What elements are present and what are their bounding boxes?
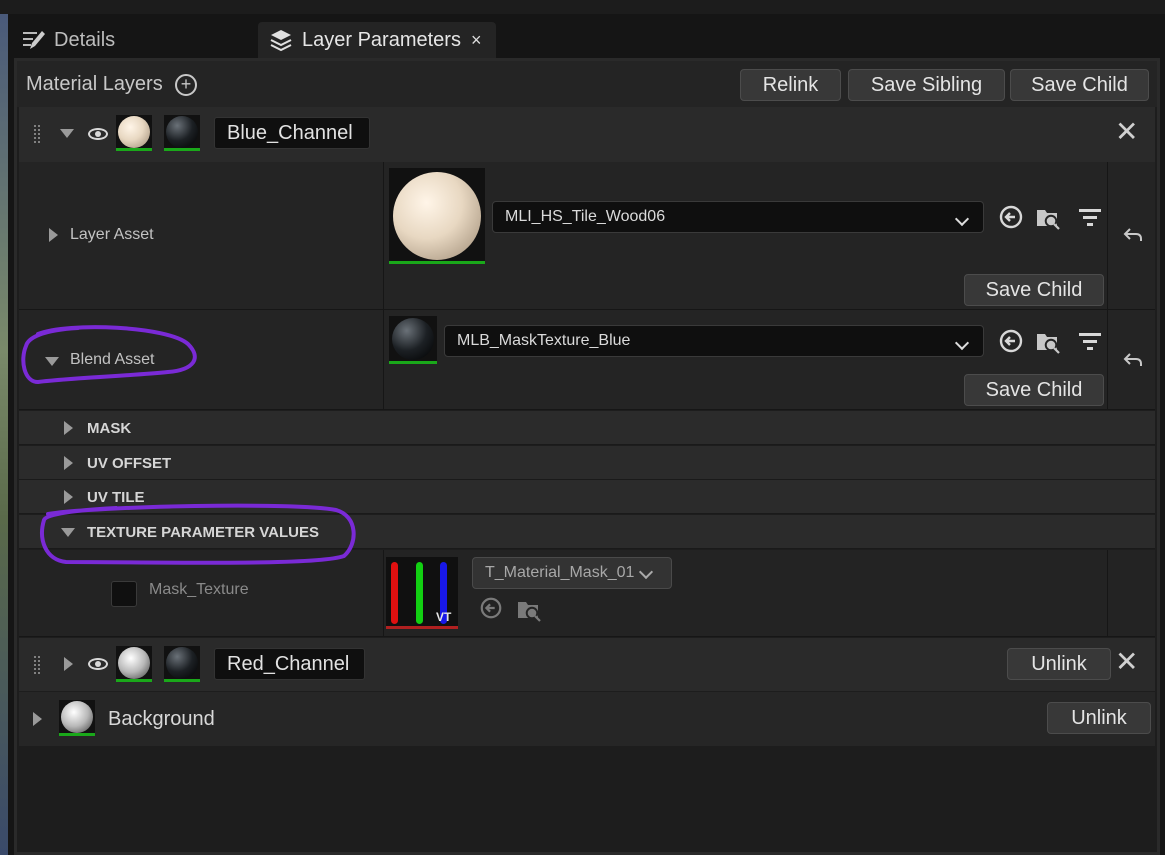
browse-asset-icon[interactable] xyxy=(1035,204,1061,230)
layer-thumbnail[interactable] xyxy=(116,115,152,151)
mask-texture-label: Mask_Texture xyxy=(149,581,249,598)
chevron-down-icon xyxy=(954,335,970,351)
browse-asset-icon[interactable] xyxy=(1035,328,1061,354)
layer-row-background[interactable]: Background Unlink xyxy=(19,692,1155,746)
filter-icon[interactable] xyxy=(1077,204,1103,230)
blend-asset-dropdown[interactable]: MLB_MaskTexture_Blue xyxy=(444,325,984,357)
layer-row-red-channel[interactable]: Red_Channel Unlink ✕ xyxy=(19,638,1155,691)
expand-arrow-down-icon[interactable] xyxy=(60,129,74,138)
add-circle-icon[interactable]: + xyxy=(175,74,197,96)
layer-save-child-button[interactable]: Save Child xyxy=(964,274,1104,306)
virtual-texture-badge: VT xyxy=(436,610,452,624)
override-checkbox[interactable] xyxy=(111,581,137,607)
category-label: UV TILE xyxy=(87,489,145,506)
expand-arrow-right-icon[interactable] xyxy=(64,421,73,435)
visibility-eye-icon[interactable] xyxy=(88,128,108,140)
category-mask[interactable]: MASK xyxy=(19,411,1155,445)
blend-asset-thumbnail[interactable] xyxy=(389,316,437,364)
drag-handle-icon[interactable] xyxy=(33,124,41,144)
texture-dropdown[interactable]: T_Material_Mask_01 xyxy=(472,557,672,589)
use-selected-asset-icon[interactable] xyxy=(998,204,1024,230)
blend-thumbnail[interactable] xyxy=(164,646,200,682)
visibility-eye-icon[interactable] xyxy=(88,658,108,670)
category-label: UV OFFSET xyxy=(87,455,172,472)
texture-value: T_Material_Mask_01 xyxy=(485,564,635,581)
blend-asset-value: MLB_MaskTexture_Blue xyxy=(457,332,631,349)
pencil-edit-icon xyxy=(23,31,45,49)
category-uv-offset[interactable]: UV OFFSET xyxy=(19,446,1155,480)
tab-details-label: Details xyxy=(54,28,116,51)
background-label: Background xyxy=(108,708,215,730)
reset-to-default-icon[interactable] xyxy=(1122,349,1144,371)
expand-arrow-right-icon[interactable] xyxy=(33,712,42,726)
unlink-button[interactable]: Unlink xyxy=(1047,702,1151,734)
chevron-down-icon xyxy=(638,564,654,580)
mask-texture-row: Mask_Texture VT T_Material_Mask_01 xyxy=(19,550,1155,637)
expand-arrow-right-icon[interactable] xyxy=(49,228,58,242)
expand-arrow-down-icon[interactable] xyxy=(61,528,75,537)
category-label: MASK xyxy=(87,420,132,437)
expand-arrow-right-icon[interactable] xyxy=(64,456,73,470)
layer-asset-row: Layer Asset MLI_HS_Tile_Wood06 Save Chil… xyxy=(19,162,1155,310)
tab-bar: Details Layer Parameters × xyxy=(8,14,1165,58)
tab-details[interactable]: Details xyxy=(20,22,115,58)
layer-asset-label: Layer Asset xyxy=(70,226,154,243)
expand-arrow-right-icon[interactable] xyxy=(64,490,73,504)
blend-asset-label: Blend Asset xyxy=(70,351,155,368)
layer-asset-dropdown[interactable]: MLI_HS_Tile_Wood06 xyxy=(492,201,984,233)
reset-to-default-icon[interactable] xyxy=(1122,224,1144,246)
layer-name-field[interactable]: Red_Channel xyxy=(214,648,365,680)
unlink-button[interactable]: Unlink xyxy=(1007,648,1111,680)
drag-handle-icon[interactable] xyxy=(33,655,41,675)
layer-name-field[interactable]: Blue_Channel xyxy=(214,117,370,149)
category-label: TEXTURE PARAMETER VALUES xyxy=(87,524,319,541)
remove-layer-icon[interactable]: ✕ xyxy=(1115,118,1138,146)
category-texture-parameter-values[interactable]: TEXTURE PARAMETER VALUES xyxy=(19,515,1155,549)
layer-thumbnail[interactable] xyxy=(116,646,152,682)
save-sibling-button[interactable]: Save Sibling xyxy=(848,69,1005,101)
relink-button[interactable]: Relink xyxy=(740,69,841,101)
category-uv-tile[interactable]: UV TILE xyxy=(19,480,1155,514)
layer-asset-thumbnail[interactable] xyxy=(389,168,485,264)
layer-row-blue-channel[interactable]: Blue_Channel ✕ xyxy=(19,107,1155,162)
material-layers-panel: Material Layers + Relink Save Sibling Sa… xyxy=(14,58,1160,855)
save-child-button[interactable]: Save Child xyxy=(1010,69,1149,101)
expand-arrow-right-icon[interactable] xyxy=(64,657,73,671)
layer-thumbnail[interactable] xyxy=(59,700,95,736)
expand-arrow-down-icon[interactable] xyxy=(45,357,59,366)
mask-texture-thumbnail[interactable]: VT xyxy=(386,557,458,629)
remove-layer-icon[interactable]: ✕ xyxy=(1115,648,1138,676)
filter-icon[interactable] xyxy=(1077,328,1103,354)
blend-thumbnail[interactable] xyxy=(164,115,200,151)
tab-layer-parameters[interactable]: Layer Parameters × xyxy=(258,22,496,58)
tab-layer-parameters-label: Layer Parameters xyxy=(302,28,461,51)
panel-title: Material Layers xyxy=(26,73,163,95)
chevron-down-icon xyxy=(954,211,970,227)
blend-asset-row: Blend Asset MLB_MaskTexture_Blue Save Ch… xyxy=(19,310,1155,410)
browse-asset-icon[interactable] xyxy=(516,596,542,622)
use-selected-asset-icon[interactable] xyxy=(479,596,503,620)
viewport-edge xyxy=(0,14,8,855)
window-top-strip xyxy=(0,0,1165,14)
blend-save-child-button[interactable]: Save Child xyxy=(964,374,1104,406)
use-selected-asset-icon[interactable] xyxy=(998,328,1024,354)
layers-icon xyxy=(270,30,292,52)
close-tab-icon[interactable]: × xyxy=(471,30,482,51)
layer-asset-value: MLI_HS_Tile_Wood06 xyxy=(505,208,666,225)
material-layers-header: Material Layers + Relink Save Sibling Sa… xyxy=(17,61,1157,107)
